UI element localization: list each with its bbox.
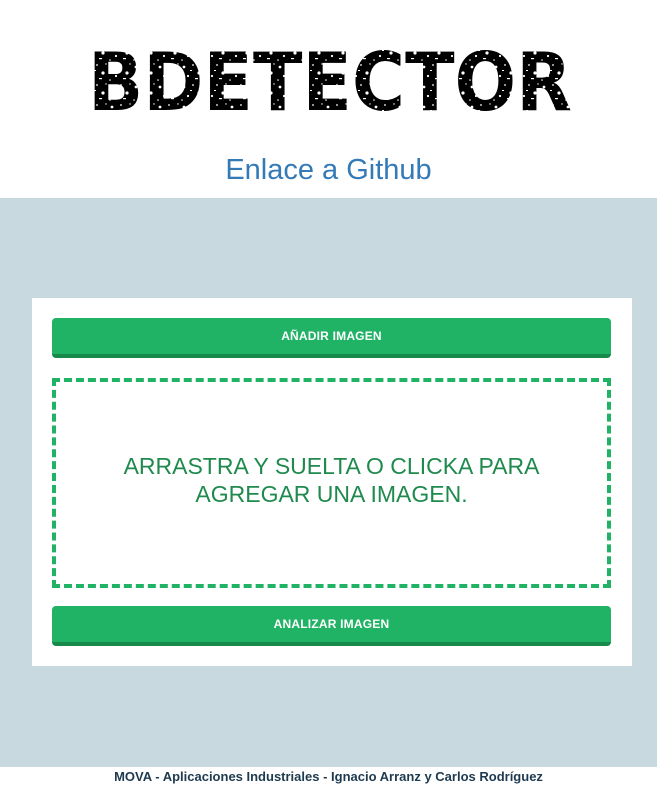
footer: MOVA - Aplicaciones Industriales - Ignac… (0, 767, 657, 804)
image-dropzone[interactable]: ARRASTRA Y SUELTA O CLICKA PARA AGREGAR … (52, 378, 611, 588)
logo-text: BDETECTOR (88, 42, 572, 124)
header: BDETECTOR Enlace a Github (0, 0, 657, 198)
footer-text: MOVA - Aplicaciones Industriales - Ignac… (114, 769, 543, 784)
main-area: AÑADIR IMAGEN ARRASTRA Y SUELTA O CLICKA… (0, 198, 657, 767)
add-image-button[interactable]: AÑADIR IMAGEN (52, 318, 611, 358)
upload-card: AÑADIR IMAGEN ARRASTRA Y SUELTA O CLICKA… (32, 298, 632, 666)
analyze-image-button[interactable]: ANALIZAR IMAGEN (52, 606, 611, 646)
dropzone-text: ARRASTRA Y SUELTA O CLICKA PARA AGREGAR … (123, 453, 540, 507)
github-link[interactable]: Enlace a Github (0, 152, 657, 188)
page: BDETECTOR Enlace a Github AÑADIR IMAGEN … (0, 0, 657, 804)
logo: BDETECTOR (84, 42, 576, 124)
